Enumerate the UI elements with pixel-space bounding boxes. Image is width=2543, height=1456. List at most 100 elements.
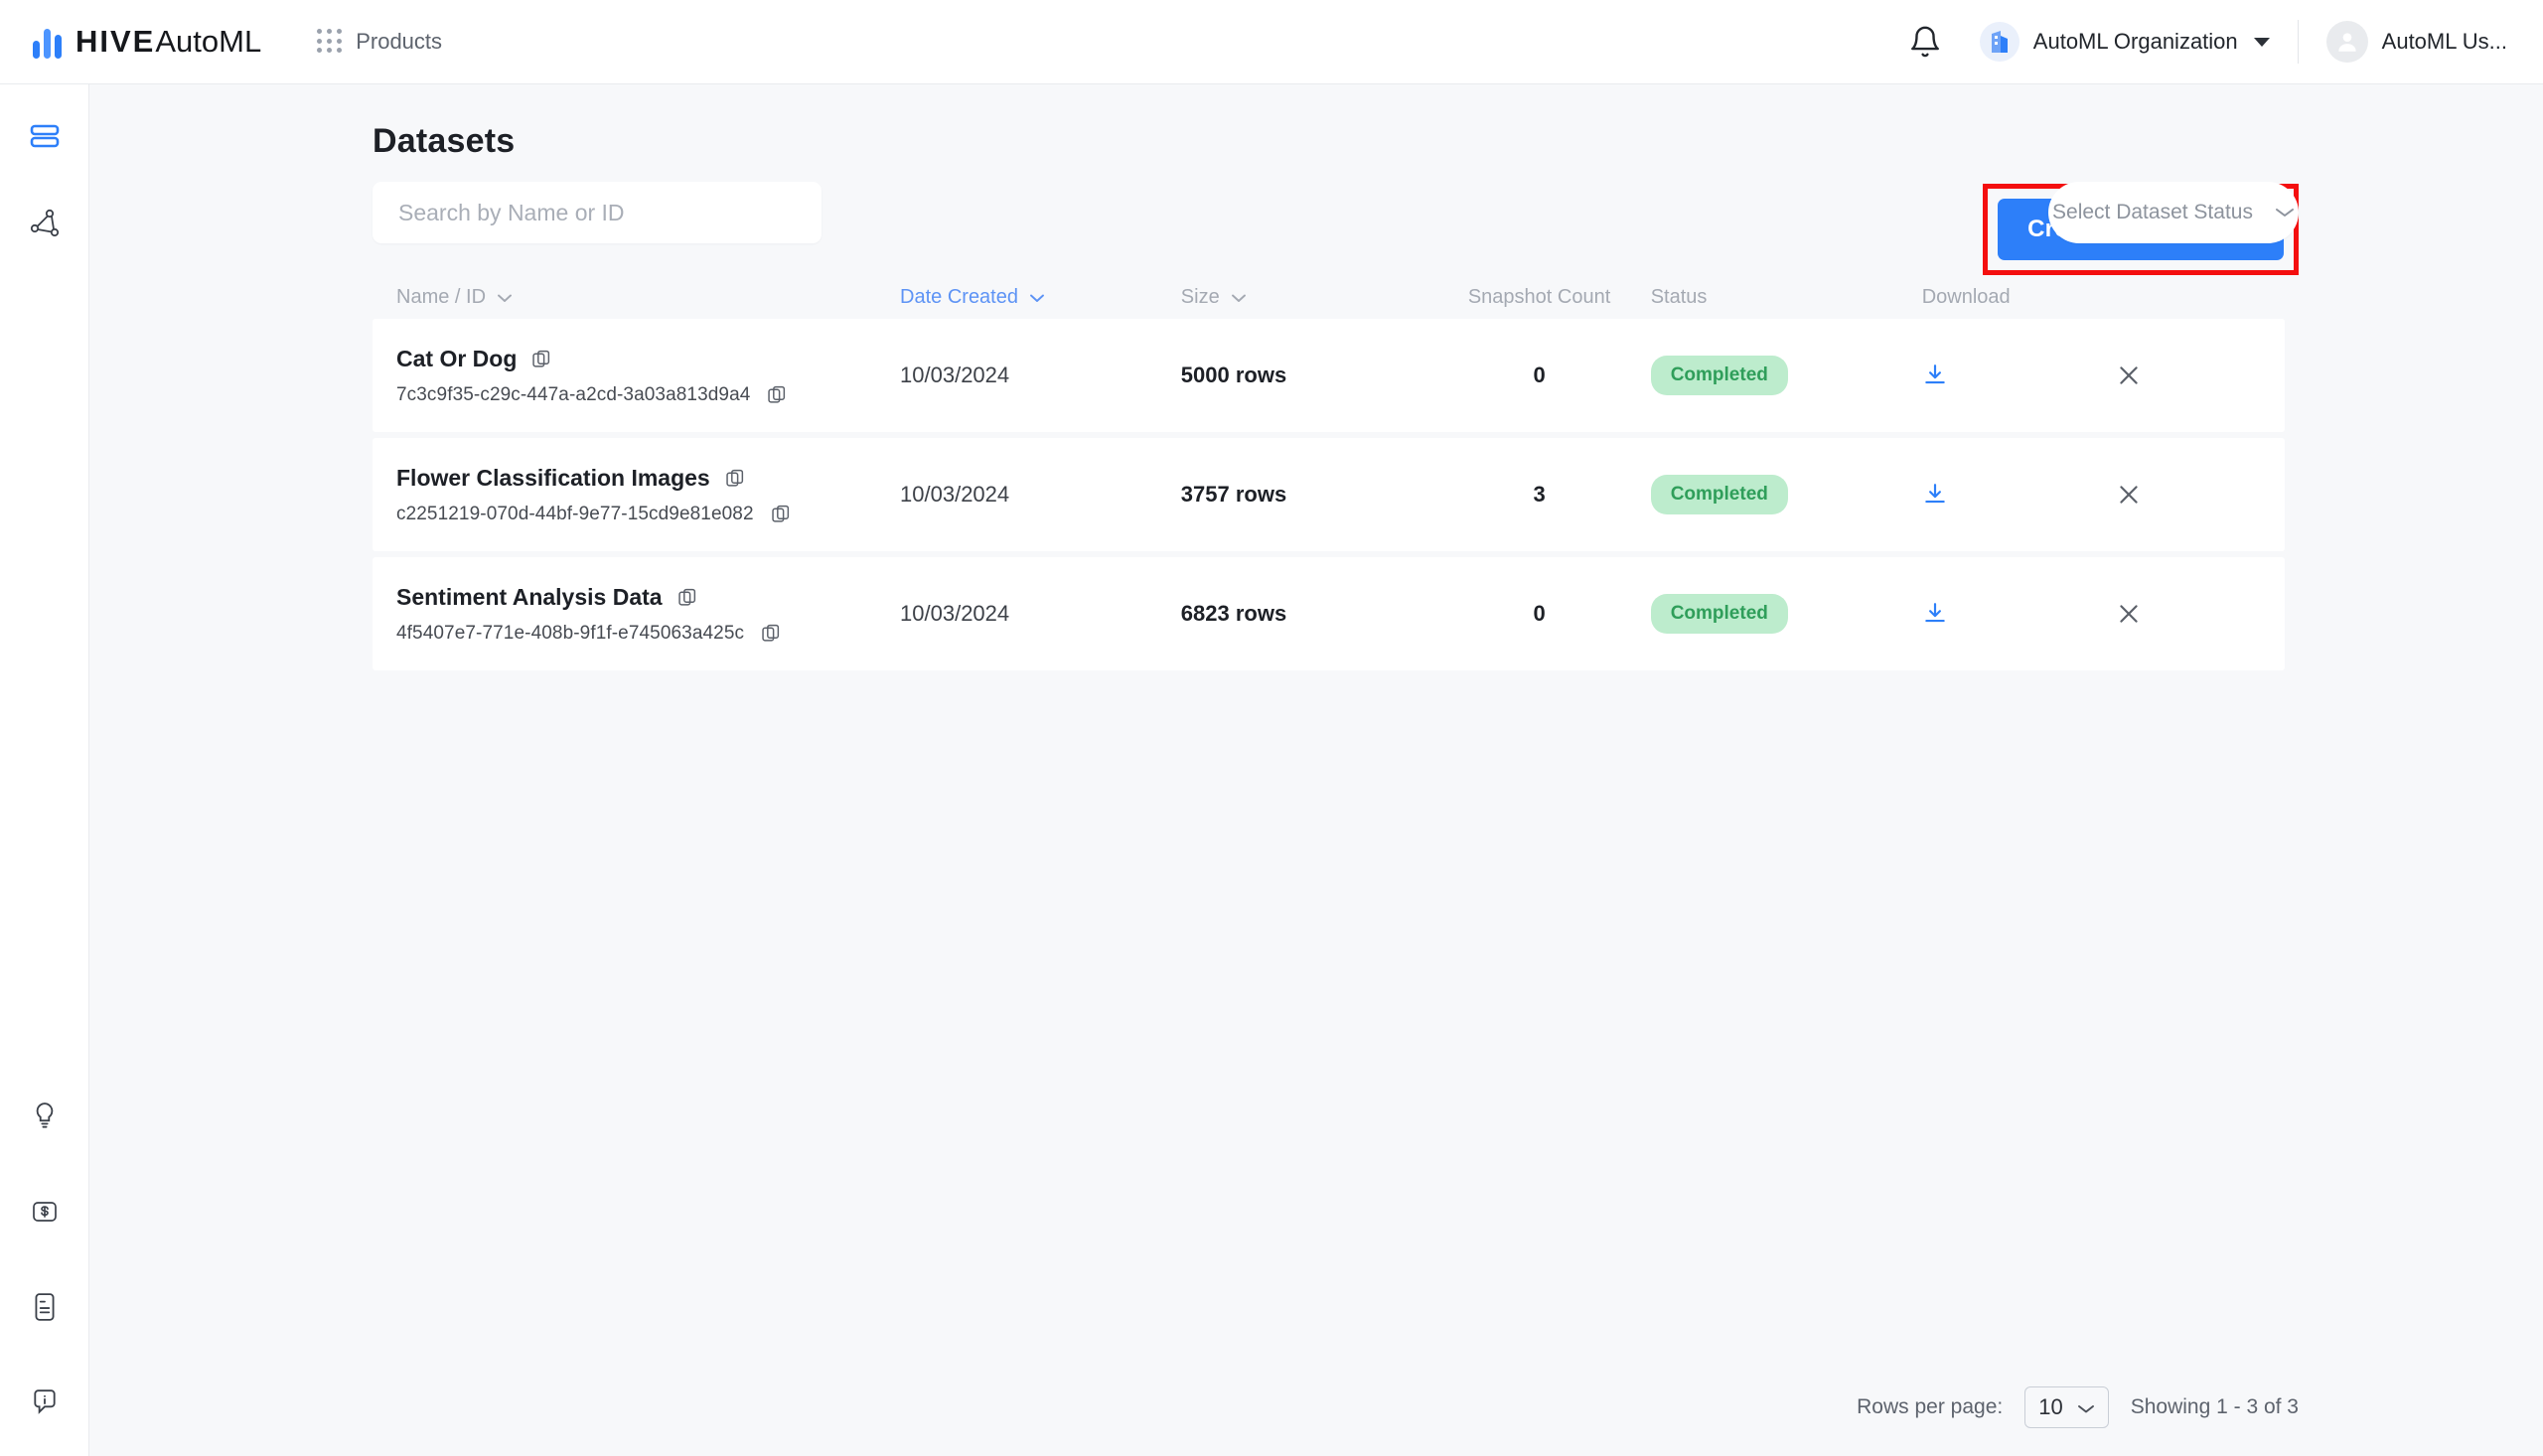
app-root: HIVEAutoML Products AutoML Organization … [0, 0, 2543, 1456]
column-header-name-id[interactable]: Name / ID [396, 286, 900, 309]
status-badge: Completed [1650, 594, 1788, 634]
copy-id-icon[interactable] [768, 385, 787, 404]
brand-name-hive: HIVE [75, 24, 156, 59]
dataset-download-cell [1922, 601, 2116, 627]
status-badge: Completed [1650, 475, 1788, 514]
dataset-status-filter[interactable]: Select Dataset Status [2048, 182, 2299, 243]
building-icon [1979, 22, 2019, 62]
column-label: Status [1650, 285, 1708, 308]
dataset-download-cell [1922, 482, 2116, 508]
dataset-size: 3757 rows [1180, 482, 1287, 507]
dataset-snapshot-count: 0 [1533, 601, 1546, 626]
dataset-name: Sentiment Analysis Data [396, 583, 663, 610]
table-row[interactable]: Flower Classification Images c2251219-07… [373, 438, 2285, 551]
column-label: Snapshot Count [1467, 285, 1611, 308]
sidebar-item-support[interactable] [21, 1381, 69, 1428]
page-title: Datasets [373, 122, 516, 160]
dataset-id: 4f5407e7-771e-408b-9f1f-e745063a425c [396, 622, 745, 644]
download-icon[interactable] [1922, 601, 1948, 627]
copy-id-icon[interactable] [762, 624, 781, 643]
chevron-down-icon [497, 286, 513, 309]
dollar-card-icon [31, 1199, 59, 1230]
datasets-stack-icon [30, 122, 60, 155]
table-header-row: Name / ID Date Created Size Snapshot Cou… [373, 275, 2285, 319]
info-chat-icon [31, 1388, 59, 1421]
column-label: Size [1180, 285, 1220, 308]
dataset-snapshot-count: 3 [1533, 482, 1546, 507]
dataset-date: 10/03/2024 [900, 482, 1010, 507]
sidebar-secondary-nav [21, 1094, 69, 1428]
dataset-date-cell: 10/03/2024 [900, 363, 1181, 388]
status-badge: Completed [1650, 356, 1788, 395]
dataset-snapshot-cell: 0 [1427, 601, 1650, 627]
top-navigation-bar: HIVEAutoML Products AutoML Organization … [0, 0, 2543, 84]
chevron-down-icon [2077, 1394, 2095, 1420]
column-header-status: Status [1651, 286, 1922, 309]
showing-range-label: Showing 1 - 3 of 3 [2130, 1395, 2299, 1418]
column-header-date-created[interactable]: Date Created [900, 286, 1181, 309]
products-label: Products [356, 29, 443, 54]
bell-icon[interactable] [1908, 25, 1942, 59]
dataset-id: c2251219-070d-44bf-9e77-15cd9e81e082 [396, 503, 754, 524]
dataset-size-cell: 6823 rows [1181, 601, 1428, 627]
dataset-snapshot-count: 0 [1533, 363, 1546, 387]
dataset-size: 6823 rows [1180, 601, 1287, 626]
sidebar-item-billing[interactable] [21, 1190, 69, 1238]
hive-logo-icon [33, 25, 62, 59]
rows-per-page-select[interactable]: 10 [2024, 1386, 2109, 1428]
copy-id-icon[interactable] [771, 505, 791, 523]
download-icon[interactable] [1922, 363, 1948, 388]
user-menu[interactable]: AutoML Us... [2325, 21, 2507, 63]
dataset-date: 10/03/2024 [900, 363, 1010, 387]
brand-name-automl: AutoML [155, 24, 262, 59]
delete-dataset-icon[interactable] [2116, 601, 2142, 627]
brand-logo[interactable]: HIVEAutoML [33, 24, 261, 60]
sidebar-item-models[interactable] [21, 202, 69, 249]
copy-name-icon[interactable] [726, 469, 745, 488]
user-avatar-icon [2325, 21, 2368, 63]
delete-dataset-icon[interactable] [2116, 363, 2142, 388]
header-divider [2297, 20, 2299, 64]
rows-per-page-label: Rows per page: [1857, 1395, 2004, 1418]
datasets-table: Name / ID Date Created Size Snapshot Cou… [373, 275, 2285, 670]
copy-name-icon[interactable] [677, 588, 697, 607]
sidebar-item-tips[interactable] [21, 1094, 69, 1142]
column-header-size[interactable]: Size [1181, 286, 1428, 309]
download-icon[interactable] [1922, 482, 1948, 508]
lightbulb-icon [32, 1101, 58, 1136]
column-header-snapshot-count: Snapshot Count [1427, 286, 1650, 309]
dataset-name-cell: Flower Classification Images c2251219-07… [396, 465, 900, 525]
dataset-status-cell: Completed [1650, 594, 1922, 634]
dataset-status-cell: Completed [1650, 475, 1922, 514]
document-icon [32, 1292, 58, 1327]
products-menu[interactable]: Products [317, 29, 442, 55]
column-label: Date Created [900, 285, 1018, 308]
dataset-name-line: Sentiment Analysis Data [396, 584, 697, 611]
dataset-date-cell: 10/03/2024 [900, 482, 1181, 508]
organization-switcher[interactable]: AutoML Organization [1979, 22, 2270, 62]
search-input[interactable] [373, 182, 822, 243]
rows-per-page-value: 10 [2038, 1394, 2063, 1419]
dataset-status-cell: Completed [1650, 356, 1922, 395]
sidebar-item-datasets[interactable] [21, 114, 69, 162]
dataset-snapshot-cell: 0 [1427, 363, 1650, 388]
organization-name: AutoML Organization [2032, 29, 2238, 54]
page-header: Datasets [373, 84, 2543, 174]
dataset-name-line: Flower Classification Images [396, 465, 745, 492]
sidebar-item-docs[interactable] [21, 1285, 69, 1333]
dataset-snapshot-cell: 3 [1427, 482, 1650, 508]
chevron-down-icon [1231, 286, 1247, 309]
dataset-download-cell [1922, 363, 2116, 388]
table-row[interactable]: Sentiment Analysis Data 4f5407e7-771e-40… [373, 557, 2285, 670]
sidebar-primary-nav [21, 114, 69, 249]
dataset-size: 5000 rows [1180, 363, 1287, 387]
delete-dataset-icon[interactable] [2116, 482, 2142, 508]
apps-grid-icon [317, 29, 343, 55]
dataset-id-line: c2251219-070d-44bf-9e77-15cd9e81e082 [396, 504, 791, 525]
toolbar: Select Dataset Status [373, 182, 2543, 245]
column-label: Name / ID [396, 285, 487, 308]
copy-name-icon[interactable] [532, 350, 551, 368]
dataset-date-cell: 10/03/2024 [900, 601, 1181, 627]
main-content: Datasets Create New Dataset Select Datas… [89, 84, 2543, 1456]
table-row[interactable]: Cat Or Dog 7c3c9f35-c29c-447a-a2cd-3a03a… [373, 319, 2285, 432]
